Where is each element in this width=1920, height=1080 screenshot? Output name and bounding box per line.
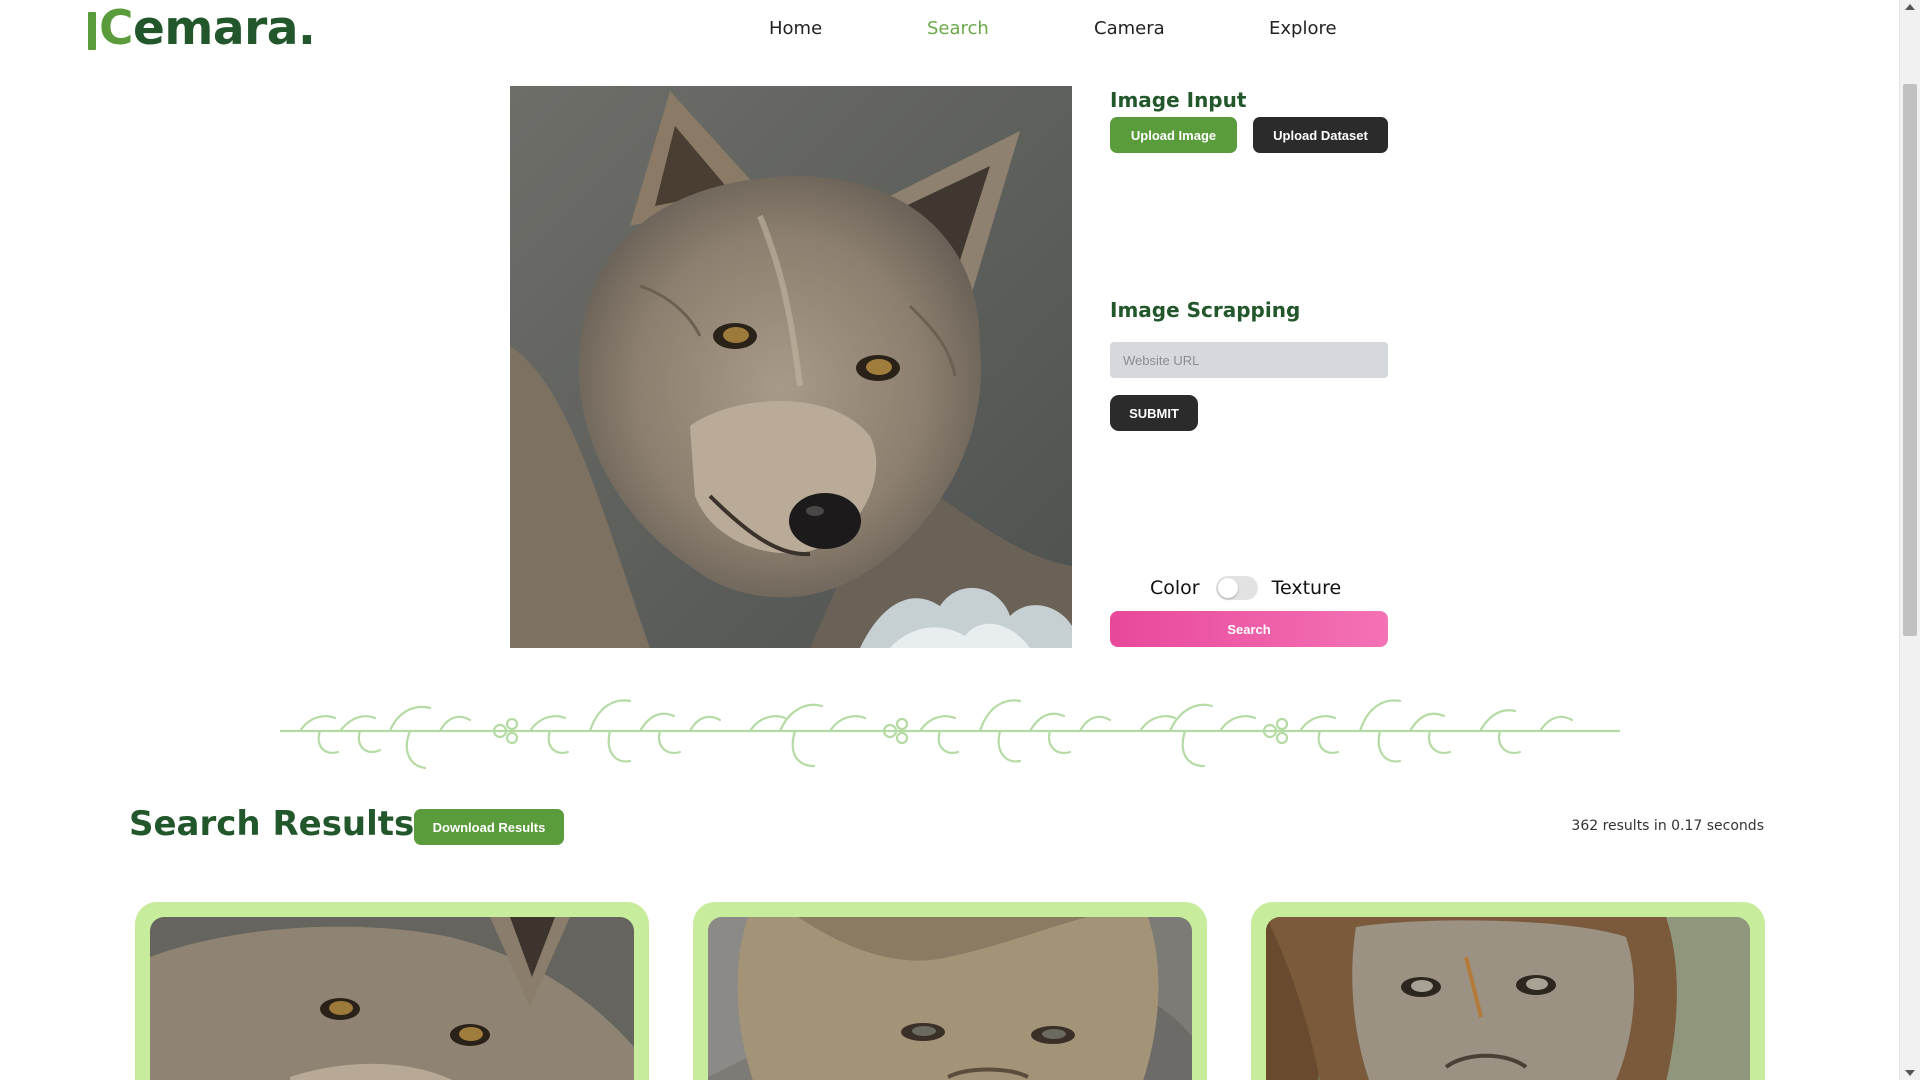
result-image bbox=[1266, 917, 1750, 1080]
texture-label: Texture bbox=[1271, 577, 1342, 599]
search-results-title: Search Results bbox=[129, 804, 415, 844]
result-image bbox=[708, 917, 1192, 1080]
color-label: Color bbox=[1150, 577, 1200, 599]
color-texture-toggle[interactable] bbox=[1215, 576, 1258, 600]
nav-search[interactable]: Search bbox=[927, 18, 989, 39]
nav-camera[interactable]: Camera bbox=[1094, 18, 1165, 39]
wolf-photo-icon bbox=[150, 917, 634, 1080]
result-image bbox=[150, 917, 634, 1080]
query-image bbox=[510, 86, 1072, 648]
nav-explore[interactable]: Explore bbox=[1269, 18, 1337, 39]
page: Cemara. Home Search Camera Explore Image… bbox=[0, 0, 1920, 1080]
vine-divider-icon bbox=[280, 699, 1620, 770]
wolf-photo-icon bbox=[510, 86, 1072, 648]
scroll-thumb[interactable] bbox=[1903, 84, 1917, 636]
upload-dataset-button[interactable]: Upload Dataset bbox=[1253, 117, 1388, 153]
search-button[interactable]: Search bbox=[1110, 611, 1388, 647]
lion-photo-icon bbox=[1266, 917, 1750, 1080]
website-url-input[interactable] bbox=[1110, 342, 1388, 378]
main-nav: Home Search Camera Explore bbox=[0, 18, 1900, 42]
results-stats: 362 results in 0.17 seconds bbox=[1571, 818, 1764, 834]
result-card[interactable] bbox=[1251, 902, 1765, 1080]
lion-cub-photo-icon bbox=[708, 917, 1192, 1080]
result-card[interactable] bbox=[135, 902, 649, 1080]
nav-home[interactable]: Home bbox=[769, 18, 822, 39]
mode-toggle-row: Color Texture bbox=[1150, 574, 1341, 602]
submit-button[interactable]: SUBMIT bbox=[1110, 395, 1198, 431]
image-scrapping-title: Image Scrapping bbox=[1110, 298, 1301, 322]
result-card[interactable] bbox=[693, 902, 1207, 1080]
upload-image-button[interactable]: Upload Image bbox=[1110, 117, 1237, 153]
download-results-button[interactable]: Download Results bbox=[414, 809, 564, 845]
toggle-knob bbox=[1217, 578, 1238, 598]
page-scrollbar[interactable] bbox=[1899, 0, 1920, 1080]
scroll-up-icon[interactable] bbox=[1905, 4, 1915, 10]
scroll-down-icon[interactable] bbox=[1905, 1070, 1915, 1076]
image-input-title: Image Input bbox=[1110, 88, 1247, 112]
